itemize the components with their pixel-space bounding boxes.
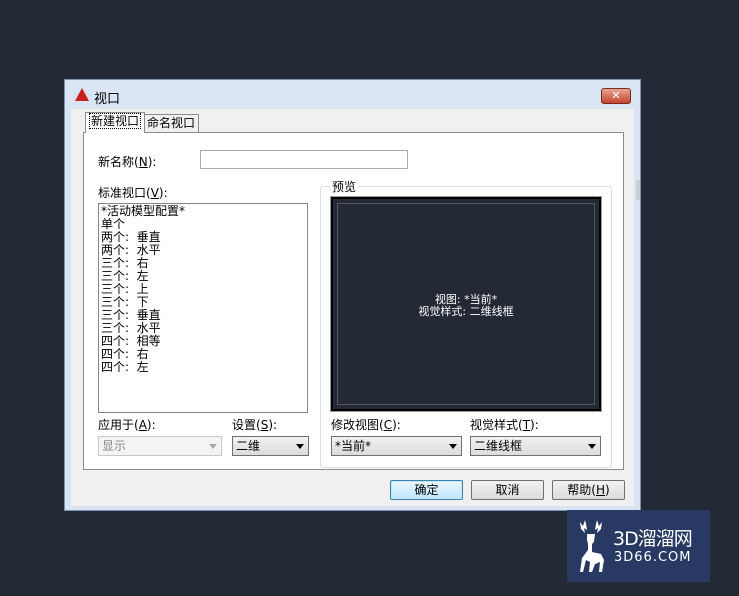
setup-value: 二维 <box>236 439 261 453</box>
chevron-down-icon <box>588 444 596 449</box>
visual-style-label: 视觉样式(T): <box>470 418 539 432</box>
watermark: 3D溜溜网 3D66.COM <box>567 510 710 582</box>
change-view-value: *当前* <box>335 439 372 453</box>
deer-logo-icon <box>580 520 604 572</box>
list-item[interactable]: *活动模型配置* <box>101 205 305 218</box>
ok-button[interactable]: 确定 <box>390 480 463 500</box>
new-name-input[interactable] <box>200 150 408 169</box>
tab-new-viewports[interactable]: 新建视口 <box>85 112 146 133</box>
chevron-down-icon <box>296 444 304 449</box>
close-button[interactable]: ✕ <box>601 88 631 104</box>
window-title: 视口 <box>94 92 121 107</box>
apply-to-select[interactable]: 显示 <box>98 436 222 456</box>
cancel-button[interactable]: 取消 <box>471 480 544 500</box>
tab-new-viewports-label: 新建视口 <box>89 113 142 129</box>
change-view-label: 修改视图(C): <box>331 418 401 432</box>
standard-viewports-list[interactable]: *活动模型配置* 单个 两个: 垂直 两个: 水平 三个: 右三个: 左三个: 上三个:… <box>98 203 308 413</box>
setup-select[interactable]: 二维 <box>232 436 309 456</box>
watermark-url: 3D66.COM <box>614 550 692 565</box>
change-view-select[interactable]: *当前* <box>331 436 462 456</box>
help-button[interactable]: 帮助(H) <box>552 480 625 500</box>
standard-viewports-label: 标准视口(V): <box>98 186 168 200</box>
new-name-label: 新名称(N): <box>98 155 157 169</box>
autocad-logo-icon <box>75 88 89 101</box>
apply-to-label: 应用于(A): <box>98 418 156 432</box>
visual-style-select[interactable]: 二维线框 <box>470 436 601 456</box>
apply-to-value: 显示 <box>102 439 127 453</box>
preview-area: 视图: *当前* 视觉样式: 二维线框 <box>330 196 602 412</box>
dialog-client: 新建视口 命名视口 新名称(N): 标准视口(V): *活动模型配置* 单个 两个:… <box>71 109 634 506</box>
title-bar[interactable]: 视口 ✕ <box>65 80 640 108</box>
setup-label: 设置(S): <box>232 418 278 432</box>
preview-caption: 视图: *当前* 视觉样式: 二维线框 <box>338 294 594 318</box>
new-viewports-panel: 新名称(N): 标准视口(V): *活动模型配置* 单个 两个: 垂直 两个: 水平三… <box>83 132 624 470</box>
viewports-dialog: 视口 ✕ 新建视口 命名视口 新名称(N): 标准视口(V): *活动模型配置*… <box>64 79 641 511</box>
resize-grip[interactable] <box>636 180 640 200</box>
chevron-down-icon <box>209 444 217 449</box>
chevron-down-icon <box>449 444 457 449</box>
preview-viewport: 视图: *当前* 视觉样式: 二维线框 <box>337 203 595 405</box>
preview-label: 预览 <box>330 178 359 195</box>
list-item[interactable]: 四个: 左 <box>101 361 305 374</box>
preview-style-text: 视觉样式: 二维线框 <box>418 305 514 318</box>
watermark-brand: 3D溜溜网 <box>613 528 693 550</box>
visual-style-value: 二维线框 <box>474 439 523 453</box>
tab-named-viewports[interactable]: 命名视口 <box>143 114 200 133</box>
